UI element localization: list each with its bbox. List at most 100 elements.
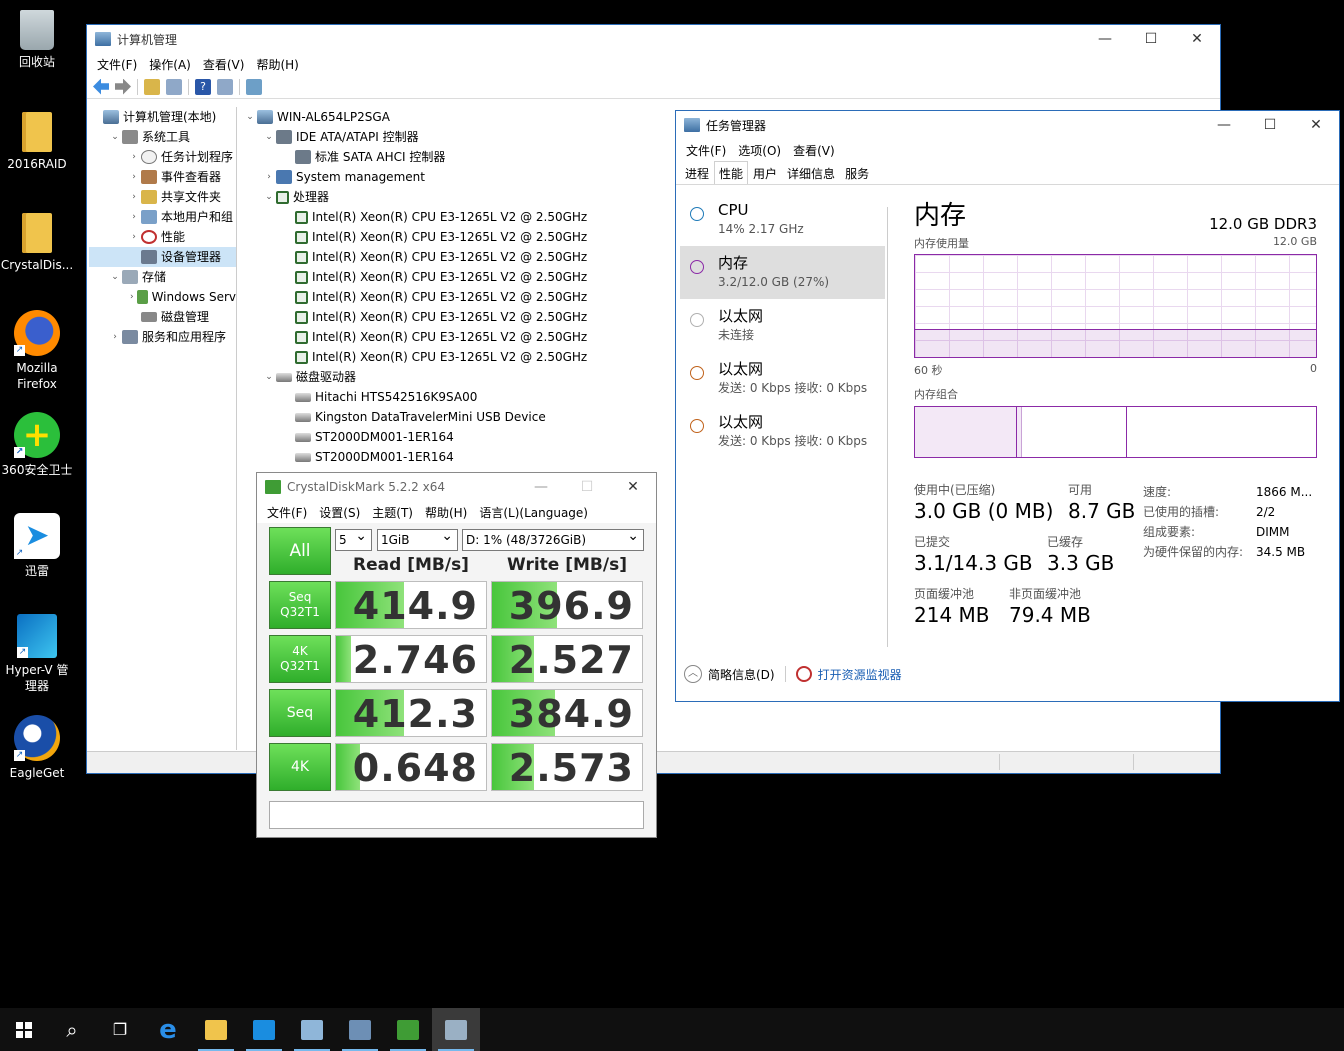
drive-select[interactable]: D: 1% (48/3726GiB)	[462, 526, 644, 551]
collapse-chevron-icon[interactable]: ›	[127, 187, 141, 207]
collapse-chevron-icon[interactable]: ›	[127, 147, 141, 167]
taskbar-button[interactable]	[192, 1008, 240, 1051]
menu-item[interactable]: 文件(F)	[91, 56, 143, 73]
tree-node[interactable]: Intel(R) Xeon(R) CPU E3-1265L V2 @ 2.50G…	[243, 207, 683, 227]
tree-node[interactable]: Kingston DataTravelerMini USB Device	[243, 407, 683, 427]
run-all-button[interactable]: All	[269, 527, 331, 575]
task-manager-titlebar[interactable]: 任务管理器 — ☐ ✕	[676, 111, 1339, 139]
taskbar-button[interactable]	[336, 1008, 384, 1051]
expand-chevron-icon[interactable]: ⌄	[243, 107, 257, 127]
tree-node[interactable]: ⌄ 存储	[89, 267, 236, 287]
desktop-icon[interactable]: ➤ ↗ 迅雷	[0, 513, 74, 579]
taskbar-button[interactable]: ❐	[96, 1008, 144, 1051]
comment-field[interactable]	[269, 801, 644, 829]
tree-node[interactable]: › Windows Serv	[89, 287, 236, 307]
menu-item[interactable]: 设置(S)	[313, 504, 366, 521]
desktop-icon[interactable]: ↗ EagleGet	[0, 715, 74, 781]
close-icon[interactable]: ✕	[1293, 117, 1339, 133]
menu-item[interactable]: 帮助(H)	[419, 504, 473, 521]
desktop-icon[interactable]: 回收站	[0, 6, 74, 70]
tree-node[interactable]: Intel(R) Xeon(R) CPU E3-1265L V2 @ 2.50G…	[243, 327, 683, 347]
maximize-icon[interactable]: ☐	[1247, 117, 1293, 133]
properties-icon[interactable]	[217, 78, 233, 95]
perf-sidebar-item[interactable]: 内存 3.2/12.0 GB (27%)	[680, 246, 885, 299]
menu-item[interactable]: 文件(F)	[261, 504, 313, 521]
desktop-icon[interactable]: 2016RAID	[0, 108, 74, 172]
tree-node[interactable]: › System management	[243, 167, 683, 187]
tree-node[interactable]: ⌄ 磁盘驱动器	[243, 367, 683, 387]
taskbar-button[interactable]	[0, 1008, 48, 1051]
menu-item[interactable]: 文件(F)	[680, 142, 732, 159]
tab-0[interactable]: 进程	[680, 161, 714, 184]
tree-node[interactable]: › 任务计划程序	[89, 147, 236, 167]
desktop-icon[interactable]: ↗ Mozilla Firefox	[0, 310, 74, 392]
minimize-icon[interactable]: —	[1201, 117, 1247, 133]
taskbar-button[interactable]: e	[144, 1008, 192, 1051]
minimize-icon[interactable]: —	[518, 479, 564, 495]
tree-node[interactable]: › 事件查看器	[89, 167, 236, 187]
desktop-icon[interactable]: CrystalDis...	[0, 209, 74, 273]
tree-node[interactable]: ST2000DM001-1ER164	[243, 427, 683, 447]
taskbar-button[interactable]	[432, 1008, 480, 1051]
help-icon[interactable]: ?	[195, 78, 211, 95]
open-resource-monitor-link[interactable]: 打开资源监视器	[818, 666, 902, 683]
tree-node[interactable]: › 服务和应用程序	[89, 327, 236, 347]
tree-node[interactable]: Intel(R) Xeon(R) CPU E3-1265L V2 @ 2.50G…	[243, 267, 683, 287]
monitor-icon[interactable]	[246, 78, 262, 95]
perf-sidebar-item[interactable]: 以太网 发送: 0 Kbps 接收: 0 Kbps	[680, 405, 885, 458]
menu-item[interactable]: 帮助(H)	[250, 56, 304, 73]
fewer-details-link[interactable]: 简略信息(D)	[708, 666, 775, 683]
menu-item[interactable]: 查看(V)	[787, 142, 841, 159]
test-count-select[interactable]: 5	[335, 526, 372, 551]
desktop-icon[interactable]: ↗ Hyper-V 管 理器	[0, 614, 74, 694]
tab-1[interactable]: 性能	[714, 161, 749, 184]
tree-node[interactable]: Intel(R) Xeon(R) CPU E3-1265L V2 @ 2.50G…	[243, 227, 683, 247]
tree-node[interactable]: Hitachi HTS542516K9SA00	[243, 387, 683, 407]
tree-node[interactable]: Intel(R) Xeon(R) CPU E3-1265L V2 @ 2.50G…	[243, 307, 683, 327]
expand-chevron-icon[interactable]: ⌄	[108, 267, 122, 287]
taskbar-button[interactable]	[288, 1008, 336, 1051]
back-arrow-icon[interactable]	[93, 78, 109, 95]
collapse-chevron-icon[interactable]: ›	[127, 167, 141, 187]
tree-node[interactable]: Intel(R) Xeon(R) CPU E3-1265L V2 @ 2.50G…	[243, 287, 683, 307]
menu-item[interactable]: 主题(T)	[366, 504, 419, 521]
expand-chevron-icon[interactable]: ⌄	[262, 187, 276, 207]
expand-chevron-icon[interactable]: ⌄	[108, 127, 122, 147]
computer-management-titlebar[interactable]: 计算机管理 — ☐ ✕	[87, 25, 1220, 53]
perf-sidebar-item[interactable]: 以太网 发送: 0 Kbps 接收: 0 Kbps	[680, 352, 885, 405]
tree-node[interactable]: › 共享文件夹	[89, 187, 236, 207]
expand-chevron-icon[interactable]: ⌄	[262, 367, 276, 387]
forward-arrow-icon[interactable]	[115, 78, 131, 95]
show-hide-tree-icon[interactable]	[166, 78, 182, 95]
test-button[interactable]: 4K	[269, 743, 331, 791]
tree-node[interactable]: Intel(R) Xeon(R) CPU E3-1265L V2 @ 2.50G…	[243, 247, 683, 267]
close-icon[interactable]: ✕	[610, 479, 656, 495]
tree-node[interactable]: Intel(R) Xeon(R) CPU E3-1265L V2 @ 2.50G…	[243, 347, 683, 367]
tree-node[interactable]: › 本地用户和组	[89, 207, 236, 227]
tree-node[interactable]: ⌄ WIN-AL654LP2SGA	[243, 107, 683, 127]
tree-node[interactable]: ST2000DM001-1ER164	[243, 447, 683, 467]
crystaldiskmark-titlebar[interactable]: CrystalDiskMark 5.2.2 x64 — ☐ ✕	[257, 473, 656, 501]
chevron-up-icon[interactable]: ︿	[684, 665, 702, 683]
collapse-chevron-icon[interactable]: ›	[127, 287, 137, 307]
collapse-chevron-icon[interactable]: ›	[262, 167, 276, 187]
tree-node[interactable]: 设备管理器	[89, 247, 236, 267]
test-button[interactable]: Seq	[269, 689, 331, 737]
test-button[interactable]: Seq Q32T1	[269, 581, 331, 629]
tree-node[interactable]: ⌄ 处理器	[243, 187, 683, 207]
tree-node[interactable]: 标准 SATA AHCI 控制器	[243, 147, 683, 167]
collapse-chevron-icon[interactable]: ›	[108, 327, 122, 347]
test-button[interactable]: 4K Q32T1	[269, 635, 331, 683]
taskbar-button[interactable]: ⌕	[48, 1008, 96, 1051]
test-size-select[interactable]: 1GiB	[377, 526, 458, 551]
tree-node[interactable]: › 性能	[89, 227, 236, 247]
menu-item[interactable]: 操作(A)	[143, 56, 197, 73]
taskbar-button[interactable]	[240, 1008, 288, 1051]
perf-sidebar-item[interactable]: CPU 14% 2.17 GHz	[680, 193, 885, 246]
up-folder-icon[interactable]	[144, 78, 160, 95]
minimize-icon[interactable]: —	[1082, 31, 1128, 47]
tree-node[interactable]: ⌄ 系统工具	[89, 127, 236, 147]
tree-node[interactable]: 磁盘管理	[89, 307, 236, 327]
tab-4[interactable]: 服务	[840, 161, 874, 184]
desktop-icon[interactable]: + ↗ 360安全卫士	[0, 412, 74, 478]
